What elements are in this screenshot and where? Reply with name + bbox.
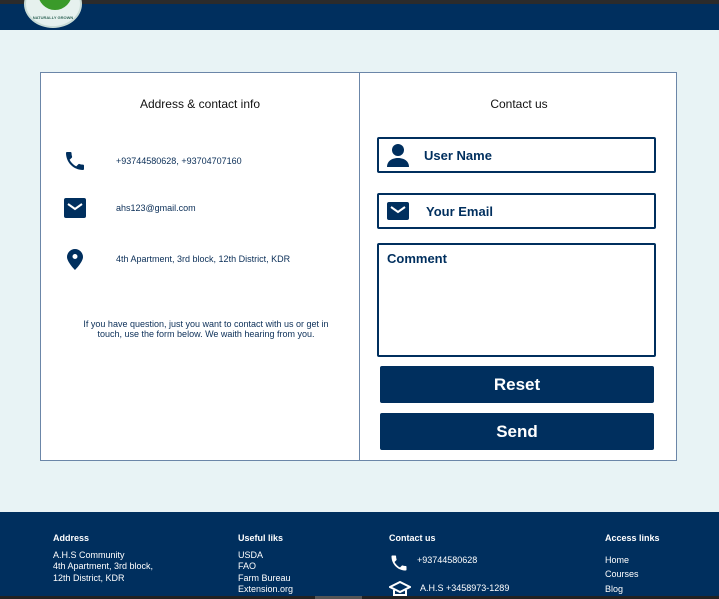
mail-icon — [64, 198, 86, 218]
footer-link-fao[interactable]: FAO — [238, 561, 293, 573]
address-text: 4th Apartment, 3rd block, 12th District,… — [116, 254, 291, 264]
footer-address-line: A.H.S Community — [53, 549, 125, 560]
footer-link-extension[interactable]: Extension.org — [238, 584, 293, 596]
email-info: ahs123@gmail.com — [63, 196, 196, 220]
footer-address-line: 4th Apartment, 3rd block, — [53, 561, 154, 571]
footer-useful-links: Useful liks USDA FAO Farm Bureau Extensi… — [238, 533, 293, 596]
site-header: NATURALLY GROWN — [0, 0, 719, 30]
address-info: 4th Apartment, 3rd block, 12th District,… — [63, 247, 290, 271]
divider — [359, 73, 360, 460]
footer-address-line: 12th District, KDR — [53, 572, 125, 583]
contact-note: If you have question, just you want to c… — [83, 319, 329, 339]
phone-icon — [66, 152, 84, 170]
footer-address-title: Address — [53, 533, 90, 543]
footer-address: Address A.H.S Community 4th Apartment, 3… — [53, 533, 153, 584]
phone-text: +93744580628, +93704707160 — [116, 156, 242, 166]
footer-access-links: Access links Home Courses Blog — [605, 533, 660, 596]
graduation-cap-icon — [389, 580, 411, 596]
contact-form-title: Contact us — [490, 97, 548, 111]
footer-link-farm-bureau[interactable]: Farm Bureau — [238, 573, 293, 585]
mail-icon — [387, 202, 409, 220]
reset-button[interactable]: Reset — [380, 366, 654, 403]
user-icon — [387, 144, 409, 167]
phone-icon — [391, 555, 407, 570]
email-placeholder: Your Email — [426, 203, 493, 219]
contact-card: Address & contact info +93744580628, +93… — [40, 72, 677, 461]
site-footer: Address A.H.S Community 4th Apartment, 3… — [0, 512, 719, 599]
footer-useful-title: Useful liks — [238, 533, 284, 543]
comment-textarea[interactable]: Comment — [377, 243, 656, 357]
footer-link-courses[interactable]: Courses — [605, 567, 660, 582]
site-logo[interactable]: NATURALLY GROWN — [24, 0, 82, 28]
logo-text: NATURALLY GROWN — [32, 15, 74, 20]
location-pin-icon — [67, 249, 83, 270]
username-placeholder: User Name — [424, 147, 492, 163]
footer-access-title: Access links — [605, 533, 660, 543]
footer-link-blog[interactable]: Blog — [605, 582, 660, 597]
footer-contact-title: Contact us — [389, 533, 436, 543]
footer-link-home[interactable]: Home — [605, 553, 660, 568]
address-panel-title: Address & contact info — [139, 97, 261, 111]
footer-phone: +93744580628 — [417, 554, 478, 565]
footer-institute-phone: A.H.S +3458973-1289 — [420, 582, 510, 593]
send-button[interactable]: Send — [380, 413, 654, 450]
username-input[interactable]: User Name — [377, 137, 656, 173]
email-input[interactable]: Your Email — [377, 193, 656, 229]
footer-link-usda[interactable]: USDA — [238, 550, 293, 562]
footer-contact: Contact us +93744580628 A.H.S +3458973-1… — [389, 533, 509, 597]
comment-placeholder: Comment — [387, 251, 447, 266]
email-text[interactable]: ahs123@gmail.com — [116, 203, 196, 213]
phone-info: +93744580628, +93704707160 — [63, 149, 242, 173]
